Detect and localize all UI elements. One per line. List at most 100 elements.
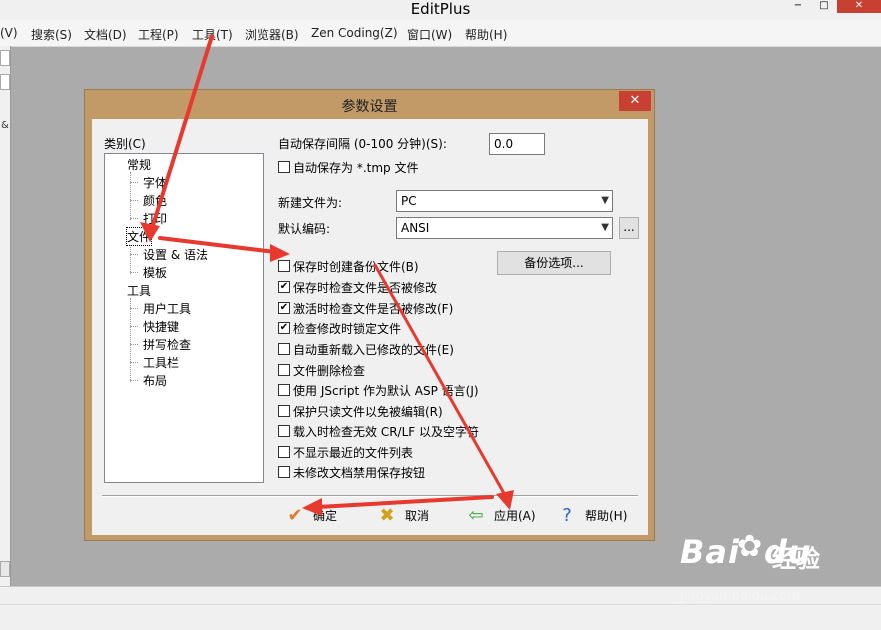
tree-line: [130, 380, 138, 381]
category-tree[interactable]: 常规 字体 颜色 打印 文件 设置 & 语法 模板 工具 用户工具 快捷键 拼写…: [104, 153, 264, 483]
footer-divider: [102, 495, 638, 497]
option-hide-recent[interactable]: 不显示最近的文件列表: [278, 443, 413, 461]
left-panel-control[interactable]: [0, 74, 10, 90]
tree-item-general[interactable]: 常规: [127, 156, 151, 173]
tree-line: [130, 254, 138, 255]
menu-browser[interactable]: 浏览器(B): [245, 26, 299, 43]
option-check-crlf[interactable]: 载入时检查无效 CR/LF 以及空字符: [278, 422, 479, 440]
encoding-more-button[interactable]: ...: [619, 217, 639, 239]
tree-item-shortcuts[interactable]: 快捷键: [143, 318, 179, 335]
encoding-value: ANSI: [401, 221, 430, 235]
apply-button[interactable]: ⇦ 应用(A): [466, 503, 536, 527]
encoding-select[interactable]: ANSI ▼: [396, 217, 613, 239]
menu-zen-coding[interactable]: Zen Coding(Z): [311, 26, 398, 40]
tree-item-user-tools[interactable]: 用户工具: [143, 300, 191, 317]
window-close-button[interactable]: ✕: [837, 0, 881, 13]
ok-label: 确定: [313, 508, 338, 523]
option-label: 使用 JScript 作为默认 ASP 语言(J): [293, 383, 479, 398]
option-label: 文件删除检查: [293, 363, 366, 378]
tree-line: [130, 344, 138, 345]
tree-item-font[interactable]: 字体: [143, 174, 167, 191]
option-lock-file[interactable]: ✔ 检查修改时锁定文件: [278, 319, 401, 337]
tree-line: [130, 362, 138, 363]
autosave-tmp-label: 自动保存为 *.tmp 文件: [293, 160, 419, 175]
baidu-watermark: Bai du ✿ 经验 jingyan.baidu.com: [680, 529, 875, 613]
tree-line: [130, 172, 131, 220]
menu-tools[interactable]: 工具(T): [192, 26, 233, 43]
menu-search[interactable]: 搜索(S): [31, 26, 72, 43]
option-disable-save-unmodified[interactable]: 未修改文档禁用保存按钮: [278, 463, 425, 481]
option-auto-reload[interactable]: 自动重新载入已修改的文件(E): [278, 340, 454, 358]
tree-item-spell-check[interactable]: 拼写检查: [143, 336, 191, 353]
option-jscript-asp[interactable]: 使用 JScript 作为默认 ASP 语言(J): [278, 381, 479, 399]
tree-item-templates[interactable]: 模板: [143, 264, 167, 281]
option-checkbox[interactable]: ✔: [278, 302, 290, 314]
watermark-text: 经验: [772, 545, 820, 573]
chevron-down-icon: ▼: [601, 195, 609, 206]
watermark-url: jingyan.baidu.com: [680, 589, 800, 604]
option-check-modified-on-activate[interactable]: ✔ 激活时检查文件是否被修改(F): [278, 299, 453, 317]
help-label: 帮助(H): [585, 508, 628, 523]
menu-help[interactable]: 帮助(H): [465, 26, 507, 43]
tree-item-print[interactable]: 打印: [143, 210, 167, 227]
cancel-button[interactable]: ✖ 取消: [377, 503, 429, 527]
new-file-format-select[interactable]: PC ▼: [396, 190, 613, 212]
tree-line: [130, 326, 138, 327]
maximize-button[interactable]: □: [811, 0, 837, 13]
option-checkbox[interactable]: [278, 343, 290, 355]
dialog-close-button[interactable]: ✕: [619, 91, 651, 111]
preferences-dialog: 参数设置 ✕ 类别(C) 常规 字体 颜色 打印 文件 设置 & 语法 模板 工…: [84, 89, 655, 541]
left-panel-control[interactable]: [0, 50, 10, 66]
menu-document[interactable]: 文档(D): [84, 26, 127, 43]
tree-item-settings-syntax[interactable]: 设置 & 语法: [143, 246, 208, 263]
option-label: 保存时检查文件是否被修改: [293, 280, 438, 295]
chevron-down-icon: ▼: [601, 222, 609, 233]
left-panel-strip: &: [0, 46, 11, 586]
left-panel-scroll[interactable]: [0, 561, 10, 577]
apply-label: 应用(A): [494, 508, 536, 523]
tree-item-color[interactable]: 颜色: [143, 192, 167, 209]
tree-line: [130, 218, 138, 219]
option-protect-readonly[interactable]: 保护只读文件以免被编辑(R): [278, 402, 443, 420]
dialog-client: 类别(C) 常规 字体 颜色 打印 文件 设置 & 语法 模板 工具 用户工具 …: [92, 119, 648, 535]
option-checkbox[interactable]: [278, 425, 290, 437]
ok-button[interactable]: ✔ 确定: [285, 503, 337, 527]
option-checkbox[interactable]: [278, 260, 290, 272]
window-controls: − □ ✕: [785, 0, 881, 14]
menu-window[interactable]: 窗口(W): [407, 26, 452, 43]
option-checkbox[interactable]: [278, 466, 290, 478]
option-checkbox[interactable]: [278, 364, 290, 376]
tree-line: [130, 308, 138, 309]
left-panel-text: &: [1, 120, 9, 131]
tree-line: [130, 272, 138, 273]
backup-options-button[interactable]: 备份选项...: [497, 251, 611, 275]
option-checkbox[interactable]: ✔: [278, 281, 290, 293]
tree-item-tools[interactable]: 工具: [127, 282, 151, 299]
minimize-button[interactable]: −: [785, 0, 811, 13]
autosave-tmp-checkbox[interactable]: [278, 161, 290, 173]
new-file-format-value: PC: [401, 194, 417, 208]
option-delete-check[interactable]: 文件删除检查: [278, 361, 365, 379]
option-label: 自动重新载入已修改的文件(E): [293, 342, 454, 357]
help-button[interactable]: ? 帮助(H): [557, 503, 627, 527]
tree-item-layout[interactable]: 布局: [143, 372, 167, 389]
option-label: 保护只读文件以免被编辑(R): [293, 404, 443, 419]
option-checkbox[interactable]: [278, 446, 290, 458]
option-create-backup[interactable]: 保存时创建备份文件(B): [278, 257, 419, 275]
autosave-interval-input[interactable]: 0.0: [489, 133, 545, 155]
autosave-tmp-option[interactable]: 自动保存为 *.tmp 文件: [278, 158, 418, 176]
option-check-modified-on-save[interactable]: ✔ 保存时检查文件是否被修改: [278, 278, 437, 296]
tree-item-file[interactable]: 文件: [125, 227, 153, 246]
tree-item-toolbar[interactable]: 工具栏: [143, 354, 179, 371]
encoding-label: 默认编码:: [278, 222, 331, 236]
check-icon: ✔: [287, 504, 303, 526]
green-arrow-left-icon: ⇦: [468, 504, 484, 526]
option-checkbox[interactable]: [278, 405, 290, 417]
option-checkbox[interactable]: [278, 384, 290, 396]
cross-icon: ✖: [379, 504, 395, 526]
menu-project[interactable]: 工程(P): [138, 26, 179, 43]
option-label: 未修改文档禁用保存按钮: [293, 465, 426, 480]
tree-line: [130, 298, 131, 382]
option-checkbox[interactable]: ✔: [278, 322, 290, 334]
menu-view[interactable]: (V): [0, 26, 18, 40]
